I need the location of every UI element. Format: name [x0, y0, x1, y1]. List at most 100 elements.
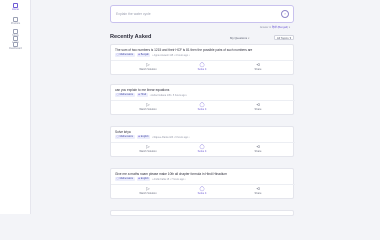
subject-badge[interactable]: ▢ Mathematics	[115, 93, 135, 97]
lightbulb-icon: ◯	[199, 186, 205, 191]
play-icon: ▷	[146, 144, 150, 149]
share-label: Share	[254, 68, 262, 71]
solve-it-button[interactable]: ◯ Solve It	[182, 62, 222, 74]
subject-label: Mathematics	[119, 135, 134, 138]
answer-in-label: Answer in	[259, 26, 272, 29]
question-text: Give me a maths noam please make 10th al…	[115, 172, 227, 176]
sidebar-item-label: Home	[12, 8, 19, 11]
subject-label: Mathematics	[119, 53, 134, 56]
subject-icon: ▢	[116, 53, 119, 56]
card-divider	[111, 184, 295, 185]
language-icon: ◈	[138, 177, 140, 180]
solve-it-button[interactable]: ◯ Solve It	[182, 186, 222, 198]
language-icon: ◈	[138, 93, 140, 96]
asked-by-meta: • Ashiel Indiana 145 • 5 hours ago •	[149, 93, 188, 97]
question-card[interactable]	[110, 210, 294, 216]
play-icon: ▷	[146, 62, 150, 67]
language-label: English	[140, 135, 149, 138]
watch-solution-button[interactable]: ▷ Watch Solution	[128, 186, 168, 198]
answer-language-selector[interactable]: Answer in हिन्दी (Bengali) ▾	[260, 25, 290, 29]
subject-icon: ▢	[116, 135, 119, 138]
my-questions-filter[interactable]: My Questions ▾	[230, 36, 249, 40]
ask-question-input[interactable]: Explain the water cycle ›	[110, 5, 294, 23]
ask-placeholder: Explain the water cycle	[116, 12, 151, 16]
card-divider	[111, 60, 295, 61]
chevron-down-icon: ▾	[288, 26, 290, 29]
solve-it-label: Solve It	[197, 68, 207, 71]
question-meta: ▢ Mathematics ◈ English • Ambk Kafta 15 • …	[115, 177, 185, 181]
share-icon: ⊲	[256, 144, 260, 149]
section-title: Recently Asked	[110, 34, 152, 40]
chevron-down-icon: ▾	[289, 35, 291, 40]
subject-icon: ▢	[116, 93, 119, 96]
topics-filter-label: All Topics	[276, 35, 289, 40]
language-badge[interactable]: ◈ Hindi	[136, 93, 148, 97]
solve-it-label: Solve It	[197, 108, 207, 111]
play-icon: ▷	[146, 186, 150, 191]
solve-it-label: Solve It	[197, 192, 207, 195]
question-card[interactable]: The sum of two numbers is 1215 and their…	[110, 44, 295, 75]
share-button[interactable]: ⊲ Share	[238, 62, 278, 74]
question-meta: ▢ Mathematics ◈ English • Rajvee Afanta 42…	[115, 135, 189, 139]
watch-solution-label: Watch Solution	[139, 68, 157, 71]
sidebar-item-dashboard[interactable]: Dashboard	[0, 42, 31, 54]
share-label: Share	[254, 192, 262, 195]
sidebar: Home Practice Study Learn Dashboard	[0, 0, 31, 214]
chevron-down-icon: ▾	[248, 36, 250, 40]
watch-solution-label: Watch Solution	[139, 108, 157, 111]
watch-solution-label: Watch Solution	[139, 150, 157, 153]
subject-badge[interactable]: ▢ Mathematics	[115, 177, 135, 181]
language-label: English	[140, 177, 149, 180]
language-label: Hindi	[140, 93, 147, 96]
watch-solution-label: Watch Solution	[139, 192, 157, 195]
answer-language-value: हिन्दी (Bengali)	[271, 26, 288, 29]
share-label: Share	[254, 150, 262, 153]
question-meta: ▢ Mathematics ◈ Hindi • Ashiel Indiana 145…	[115, 93, 187, 97]
question-meta: ▢ Mathematics ◈ Bengali • Agnie Anwesh 115…	[115, 53, 190, 57]
solve-it-label: Solve It	[197, 150, 207, 153]
subject-label: Mathematics	[119, 93, 134, 96]
language-label: Bengali	[140, 53, 149, 56]
share-button[interactable]: ⊲ Share	[238, 186, 278, 198]
language-badge[interactable]: ◈ Bengali	[136, 53, 151, 57]
watch-solution-button[interactable]: ▷ Watch Solution	[128, 102, 168, 114]
lightbulb-icon: ◯	[199, 102, 205, 107]
language-icon: ◈	[138, 53, 140, 56]
subject-badge[interactable]: ▢ Mathematics	[115, 53, 135, 57]
question-text: Solve kriya	[115, 130, 131, 134]
asked-by-meta: • Rajvee Afanta 423 • 6 hours ago •	[152, 135, 190, 139]
share-icon: ⊲	[256, 62, 260, 67]
play-icon: ▷	[146, 102, 150, 107]
app-root: Home Practice Study Learn Dashboard Expl…	[0, 0, 380, 216]
topics-filter[interactable]: All Topics ▾	[273, 35, 294, 40]
share-label: Share	[254, 108, 262, 111]
subject-badge[interactable]: ▢ Mathematics	[115, 135, 135, 139]
language-icon: ◈	[138, 135, 140, 138]
subject-icon: ▢	[116, 177, 119, 180]
question-card[interactable]: can you explain to me linear equations ▢…	[110, 84, 295, 115]
solve-it-button[interactable]: ◯ Solve It	[182, 144, 222, 156]
sidebar-item-practice[interactable]: Practice	[0, 17, 31, 29]
solve-it-button[interactable]: ◯ Solve It	[182, 102, 222, 114]
sidebar-item-label: Dashboard	[9, 47, 22, 50]
language-badge[interactable]: ◈ English	[136, 135, 151, 139]
question-card[interactable]: Solve kriya ▢ Mathematics ◈ English • Rajv…	[110, 126, 295, 157]
share-icon: ⊲	[256, 102, 260, 107]
share-button[interactable]: ⊲ Share	[238, 144, 278, 156]
question-text: The sum of two numbers is 1215 and their…	[115, 48, 253, 52]
asked-by-meta: • Agnie Anwesh 115 • 4 hours ago •	[152, 53, 190, 57]
card-divider	[111, 142, 295, 143]
main-content: Explain the water cycle › Answer in हिन्…	[110, 0, 295, 216]
question-card[interactable]: Give me a maths noam please make 10th al…	[110, 168, 295, 199]
question-text: can you explain to me linear equations	[115, 88, 170, 92]
share-button[interactable]: ⊲ Share	[238, 102, 278, 114]
watch-solution-button[interactable]: ▷ Watch Solution	[128, 144, 168, 156]
card-divider	[111, 100, 295, 101]
watch-solution-button[interactable]: ▷ Watch Solution	[128, 62, 168, 74]
subject-label: Mathematics	[119, 177, 134, 180]
submit-icon[interactable]: ›	[281, 10, 289, 18]
my-questions-label: My Questions	[230, 36, 248, 40]
sidebar-item-home[interactable]: Home	[0, 3, 31, 15]
language-badge[interactable]: ◈ English	[136, 177, 151, 181]
asked-by-meta: • Ambk Kafta 15 • 7 hours ago •	[152, 177, 186, 181]
